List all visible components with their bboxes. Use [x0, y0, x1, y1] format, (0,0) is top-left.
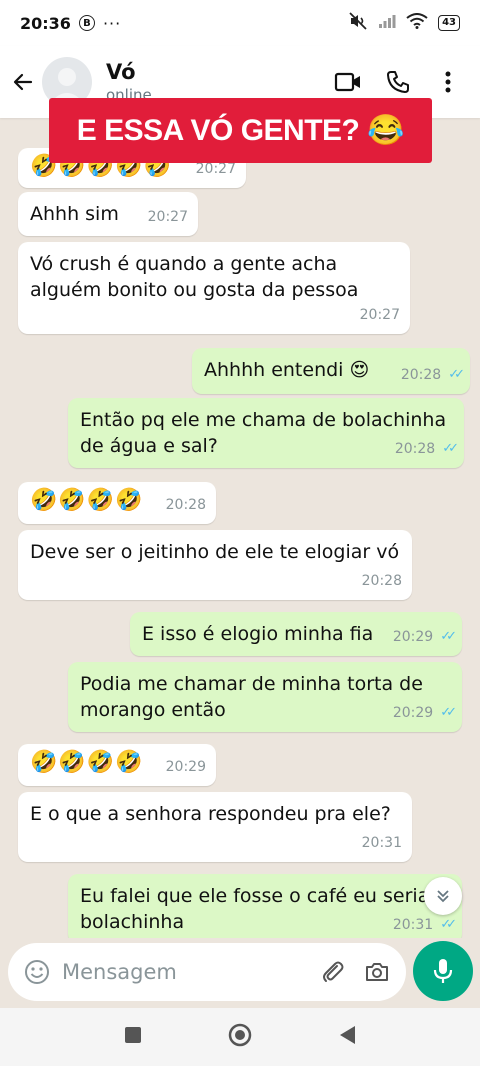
- read-ticks-icon: ✓✓: [442, 441, 459, 456]
- status-time: 20:36: [20, 13, 71, 33]
- message-time: 20:31: [392, 917, 434, 933]
- square-icon: [125, 1027, 141, 1043]
- message-text: Ahhhh entendi 😍: [204, 359, 370, 381]
- camera-icon: [366, 963, 388, 981]
- message-incoming[interactable]: E o que a senhora respondeu pra ele? 20:…: [18, 792, 412, 862]
- contact-name: Vó: [106, 60, 136, 84]
- message-outgoing[interactable]: Podia me chamar de minha torta de morang…: [68, 662, 462, 732]
- message-time: 20:28: [165, 497, 206, 513]
- message-outgoing[interactable]: E isso é elogio minha fia 20:29 ✓✓: [130, 612, 462, 656]
- caption-banner: E ESSA VÓ GENTE? 😂: [49, 98, 432, 163]
- message-text: Vó crush é quando a gente acha alguém bo…: [30, 253, 359, 301]
- read-ticks-icon: ✓✓: [440, 705, 457, 720]
- battery-indicator: 43: [438, 15, 460, 31]
- read-ticks-icon: ✓✓: [440, 629, 457, 644]
- message-text: Podia me chamar de minha torta de morang…: [80, 673, 423, 721]
- message-text: Deve ser o jeitinho de ele te elogiar vó: [30, 541, 400, 563]
- read-ticks-icon: ✓✓: [440, 917, 457, 932]
- video-call-button[interactable]: [334, 68, 362, 96]
- chat-area[interactable]: 🤣🤣🤣🤣🤣 20:27 Ahhh sim 20:27 Vó crush é qu…: [0, 118, 480, 938]
- message-text: E isso é elogio minha fia: [142, 623, 374, 645]
- banner-emoji: 😂: [367, 114, 405, 147]
- read-ticks-icon: ✓✓: [448, 367, 465, 382]
- mute-icon: [348, 12, 368, 34]
- message-text: Ahhh sim: [30, 203, 119, 225]
- system-navigation-bar: [0, 1008, 480, 1066]
- video-camera-icon: [334, 72, 360, 92]
- message-text: 🤣🤣🤣🤣: [30, 488, 144, 513]
- message-time: 20:29: [165, 759, 206, 775]
- paperclip-icon: [323, 961, 344, 982]
- menu-button[interactable]: [434, 68, 462, 96]
- message-text: Então pq ele me chama de bolachinha de á…: [80, 409, 447, 457]
- home-button[interactable]: [228, 1023, 252, 1051]
- scroll-to-bottom-button[interactable]: [424, 877, 462, 915]
- attach-button[interactable]: [318, 957, 348, 987]
- double-chevron-down-icon: [437, 890, 449, 903]
- message-time: 20:29: [392, 705, 434, 721]
- message-time: 20:29: [392, 629, 434, 645]
- more-notifications-icon: ···: [102, 13, 122, 33]
- message-incoming[interactable]: 🤣🤣🤣🤣 20:29: [18, 744, 216, 786]
- recents-button[interactable]: [124, 1026, 142, 1048]
- wifi-icon: [406, 13, 428, 33]
- message-incoming[interactable]: 🤣🤣🤣🤣 20:28: [18, 482, 216, 524]
- message-time: 20:27: [359, 307, 400, 323]
- b-notification-icon: B: [78, 15, 95, 31]
- voice-call-button[interactable]: [384, 68, 412, 96]
- message-incoming[interactable]: Ahhh sim 20:27: [18, 192, 198, 236]
- banner-text: E ESSA VÓ GENTE?: [76, 113, 360, 147]
- message-text: 🤣🤣🤣🤣: [30, 750, 144, 775]
- emoji-icon: [25, 960, 49, 984]
- circle-home-icon: [228, 1023, 252, 1047]
- back-nav-button[interactable]: [338, 1025, 356, 1049]
- voice-message-button[interactable]: [413, 941, 473, 1001]
- microphone-icon: [433, 959, 453, 983]
- message-time: 20:31: [361, 835, 402, 851]
- message-time: 20:27: [147, 209, 188, 225]
- arrow-left-icon: [13, 73, 33, 91]
- message-text: E o que a senhora respondeu pra ele?: [30, 803, 391, 825]
- triangle-back-icon: [340, 1026, 355, 1044]
- message-time: 20:28: [394, 441, 436, 457]
- status-bar: 20:36 B ··· 43: [0, 0, 480, 46]
- message-time: 20:28: [361, 573, 402, 589]
- emoji-button[interactable]: [22, 957, 52, 987]
- phone-icon: [387, 71, 409, 93]
- signal-icon: [378, 13, 396, 33]
- message-composer: Mensagem: [8, 943, 406, 1001]
- message-incoming[interactable]: Vó crush é quando a gente acha alguém bo…: [18, 242, 410, 334]
- message-outgoing[interactable]: Eu falei que ele fosse o café eu seria a…: [68, 874, 462, 938]
- kebab-menu-icon: [445, 71, 451, 93]
- message-outgoing[interactable]: Ahhhh entendi 😍 20:28 ✓✓: [192, 348, 470, 394]
- message-outgoing[interactable]: Então pq ele me chama de bolachinha de á…: [68, 398, 464, 468]
- message-time: 20:28: [400, 367, 442, 383]
- message-incoming[interactable]: Deve ser o jeitinho de ele te elogiar vó…: [18, 530, 412, 600]
- message-input[interactable]: Mensagem: [62, 960, 318, 984]
- camera-button[interactable]: [362, 957, 392, 987]
- back-button[interactable]: [10, 69, 36, 95]
